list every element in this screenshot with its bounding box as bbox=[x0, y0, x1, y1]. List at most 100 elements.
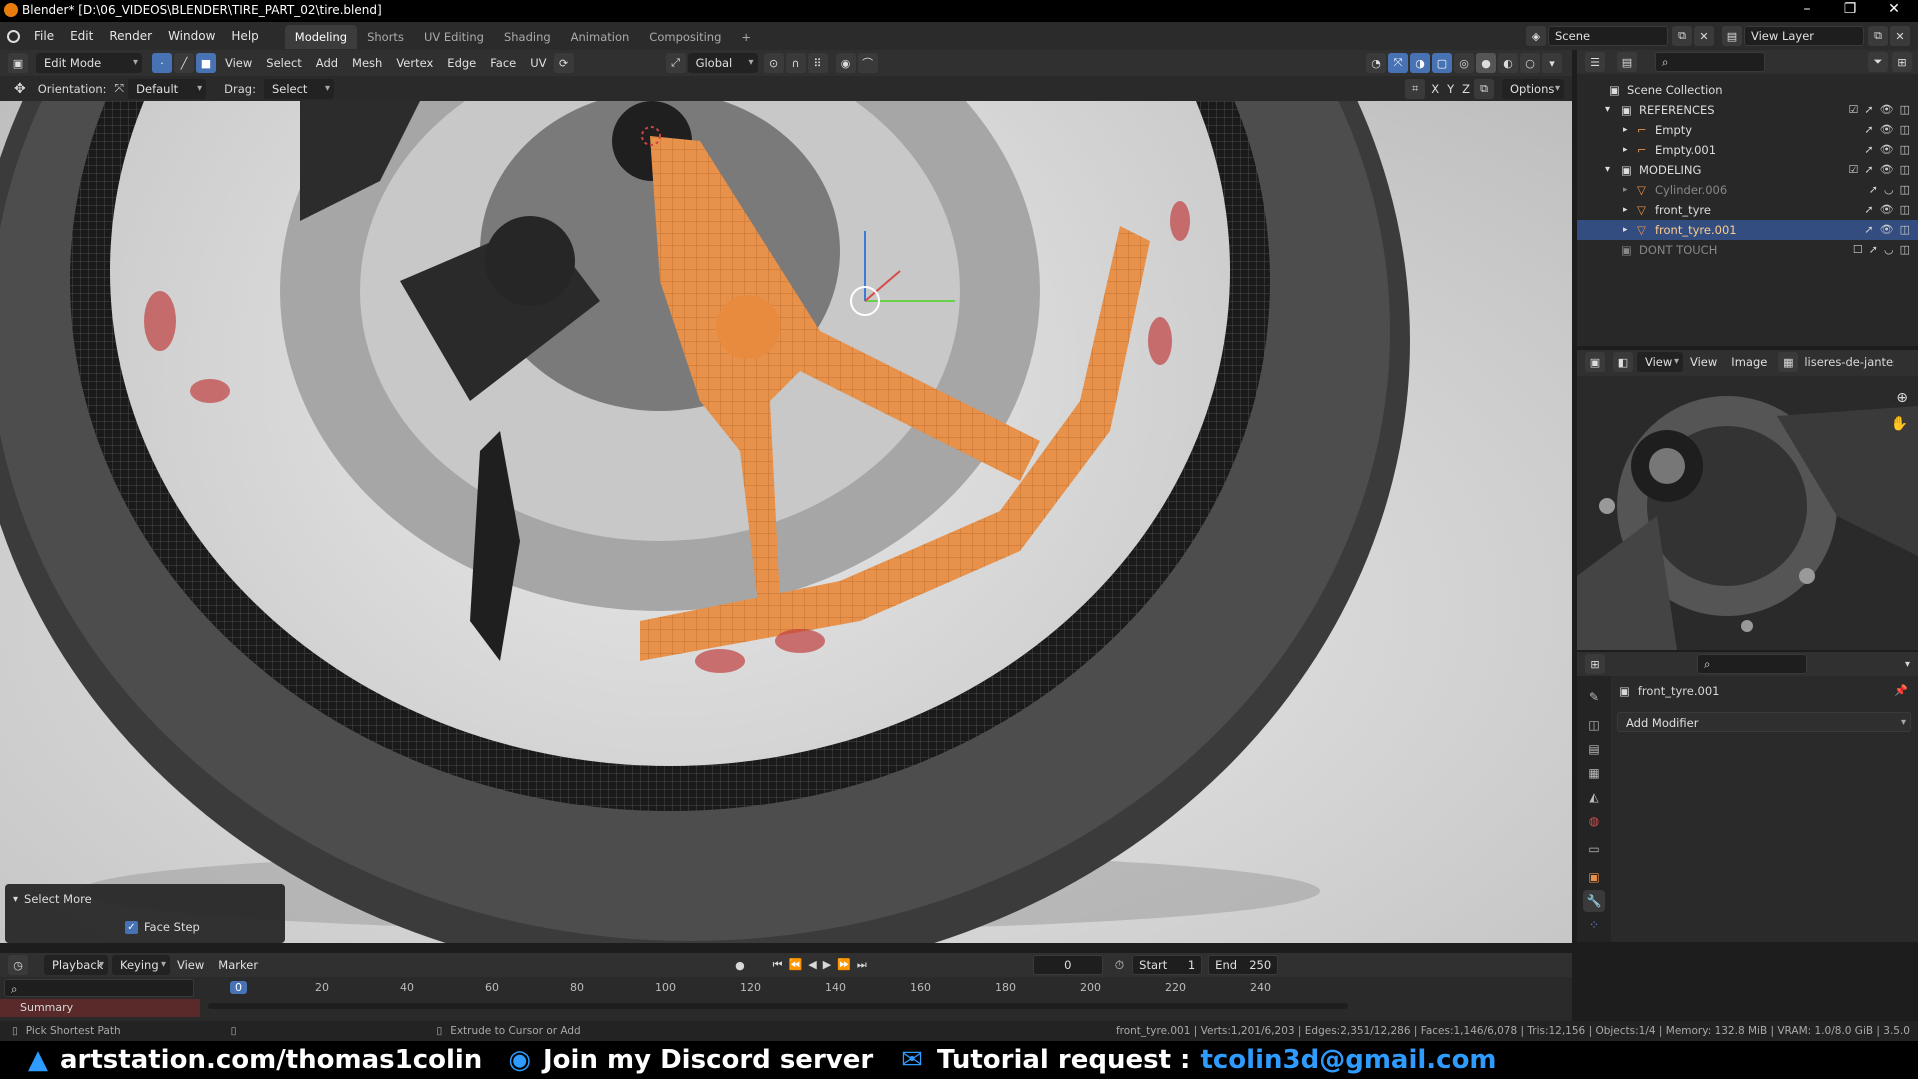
display-mode-icon[interactable]: ▤ bbox=[1617, 52, 1637, 72]
select-icon[interactable]: ➚ bbox=[1869, 180, 1878, 200]
eye-icon[interactable]: 👁 bbox=[1880, 120, 1894, 140]
solid-shading-icon[interactable]: ● bbox=[1476, 53, 1496, 73]
timeline-editor-type-icon[interactable]: ◷ bbox=[8, 955, 28, 975]
menu-view[interactable]: View bbox=[1683, 350, 1724, 374]
scene-tab-icon[interactable]: ◭ bbox=[1583, 786, 1605, 808]
face-step-checkbox[interactable]: ✓ bbox=[125, 920, 138, 934]
camera-icon[interactable]: ◫ bbox=[1900, 240, 1910, 260]
eye-hidden-icon[interactable]: ◡ bbox=[1884, 240, 1894, 260]
view-layer-tab-icon[interactable]: ▦ bbox=[1583, 762, 1605, 784]
outliner-row[interactable]: ▸ ▽ Cylinder.006 ➚ ◡ ◫ bbox=[1577, 180, 1918, 200]
menu-edit[interactable]: Edit bbox=[62, 22, 101, 50]
keying-dropdown[interactable]: Keying bbox=[112, 955, 170, 975]
current-frame-field[interactable]: 0 bbox=[1032, 955, 1103, 975]
scene-icon[interactable]: ◈ bbox=[1526, 26, 1546, 46]
particles-tab-icon[interactable]: ⁘ bbox=[1583, 914, 1605, 936]
eye-icon[interactable]: 👁 bbox=[1880, 220, 1894, 240]
view-layer-icon[interactable]: ▤ bbox=[1722, 26, 1742, 46]
minimize-button[interactable]: – bbox=[1787, 1, 1827, 21]
properties-search-input[interactable]: ⌕ bbox=[1697, 654, 1807, 674]
tool-tab-icon[interactable]: ✎ bbox=[1583, 686, 1605, 708]
xray-icon[interactable]: ▢ bbox=[1432, 53, 1452, 73]
orientation-selector[interactable]: Default bbox=[128, 78, 207, 99]
remove-view-layer-icon[interactable]: ✕ bbox=[1890, 26, 1910, 46]
close-button[interactable]: ✕ bbox=[1874, 1, 1914, 21]
menu-help[interactable]: Help bbox=[223, 22, 266, 50]
select-icon[interactable]: ➚ bbox=[1869, 240, 1878, 260]
image-browse-icon[interactable]: ▦ bbox=[1778, 352, 1799, 372]
eye-icon[interactable]: 👁 bbox=[1880, 160, 1894, 180]
3d-viewport[interactable] bbox=[0, 101, 1572, 943]
outliner-row[interactable]: ▸ ⌐ Empty ➚ 👁 ◫ bbox=[1577, 120, 1918, 140]
select-icon[interactable]: ➚ bbox=[1864, 100, 1873, 120]
tab-shorts[interactable]: Shorts bbox=[357, 25, 414, 49]
select-icon[interactable]: ➚ bbox=[1864, 220, 1873, 240]
outliner-row-selected[interactable]: ▸ ▽ front_tyre.001 ➚ 👁 ◫ bbox=[1577, 220, 1918, 240]
snap-target-icon[interactable]: ⠿ bbox=[807, 53, 828, 73]
edge-select-icon[interactable]: ╱ bbox=[174, 53, 194, 73]
checkbox-icon[interactable]: ☑ bbox=[1849, 160, 1859, 180]
outliner-scene-collection[interactable]: ▣ Scene Collection bbox=[1577, 80, 1918, 100]
expand-icon[interactable]: ▸ bbox=[1623, 180, 1628, 200]
image-name-field[interactable]: liseres-de-jantes-h bbox=[1804, 355, 1894, 369]
camera-icon[interactable]: ◫ bbox=[1900, 140, 1910, 160]
playback-controls[interactable]: ⏮⏪◀▶⏩⏭ bbox=[773, 958, 873, 972]
eye-hidden-icon[interactable]: ◡ bbox=[1884, 180, 1894, 200]
falloff-icon[interactable]: ⌒ bbox=[857, 53, 878, 73]
checkbox-icon[interactable]: ☐ bbox=[1853, 240, 1863, 260]
maximize-button[interactable]: ❐ bbox=[1830, 1, 1870, 21]
camera-icon[interactable]: ◫ bbox=[1900, 100, 1910, 120]
frame-ruler[interactable]: 0 20 40 60 80 100 120 140 160 180 200 220 240 bbox=[200, 979, 1360, 1019]
end-frame-field[interactable]: End 250 bbox=[1208, 955, 1279, 975]
rendered-shading-icon[interactable]: ○ bbox=[1520, 53, 1540, 73]
face-select-icon[interactable]: ■ bbox=[196, 53, 216, 73]
visibility-icon[interactable]: ◔ bbox=[1366, 53, 1386, 73]
modifier-tab-icon[interactable]: 🔧 bbox=[1583, 890, 1605, 912]
menu-image[interactable]: Image bbox=[1724, 350, 1774, 374]
camera-icon[interactable]: ◫ bbox=[1900, 180, 1910, 200]
add-modifier-button[interactable]: Add Modifier bbox=[1617, 712, 1911, 733]
menu-marker[interactable]: Marker bbox=[211, 953, 265, 977]
summary-channel[interactable]: Summary bbox=[0, 999, 200, 1017]
tab-modeling[interactable]: Modeling bbox=[284, 25, 358, 49]
properties-editor-type-icon[interactable]: ⊞ bbox=[1585, 654, 1605, 674]
tab-animation[interactable]: Animation bbox=[561, 25, 640, 49]
auto-merge-icon[interactable]: ⧉ bbox=[1474, 78, 1494, 99]
image-editor-type-icon[interactable]: ▣ bbox=[1585, 352, 1605, 372]
email-link[interactable]: tcolin3d@gmail.com bbox=[1200, 1045, 1496, 1075]
menu-edge[interactable]: Edge bbox=[440, 51, 483, 75]
options-dropdown[interactable]: Options bbox=[1502, 78, 1564, 99]
tab-uv-editing[interactable]: UV Editing bbox=[414, 25, 494, 49]
menu-file[interactable]: File bbox=[26, 22, 62, 50]
timeline-search-input[interactable]: ⌕ bbox=[4, 979, 194, 997]
expand-icon[interactable]: ▸ bbox=[1623, 200, 1628, 220]
mirror-x-toggle[interactable]: X bbox=[1427, 77, 1443, 101]
eye-icon[interactable]: 👁 bbox=[1880, 100, 1894, 120]
expand-icon[interactable]: ▸ bbox=[1623, 140, 1628, 160]
outliner-editor-type-icon[interactable]: ☰ bbox=[1585, 52, 1605, 72]
menu-select[interactable]: Select bbox=[259, 51, 308, 75]
output-tab-icon[interactable]: ▤ bbox=[1583, 738, 1605, 760]
expand-icon[interactable]: ▾ bbox=[1605, 100, 1610, 120]
camera-icon[interactable]: ◫ bbox=[1900, 200, 1910, 220]
editor-type-icon[interactable]: ▣ bbox=[8, 53, 28, 73]
expand-icon[interactable]: ▾ bbox=[1605, 160, 1610, 180]
overlays-icon[interactable]: ◑ bbox=[1410, 53, 1430, 73]
camera-icon[interactable]: ◫ bbox=[1900, 220, 1910, 240]
menu-face[interactable]: Face bbox=[483, 51, 523, 75]
menu-add[interactable]: Add bbox=[309, 51, 345, 75]
transform-orientation-icon[interactable]: ⤢ bbox=[665, 53, 686, 73]
camera-icon[interactable]: ◫ bbox=[1900, 160, 1910, 180]
select-icon[interactable]: ➚ bbox=[1864, 200, 1873, 220]
snap-icon[interactable]: ∩ bbox=[785, 53, 806, 73]
start-frame-field[interactable]: Start 1 bbox=[1132, 955, 1203, 975]
new-collection-icon[interactable]: ⊞ bbox=[1892, 52, 1912, 72]
artstation-link[interactable]: artstation.com/thomas1colin bbox=[60, 1045, 482, 1075]
pan-icon[interactable]: ✋ bbox=[1891, 416, 1908, 432]
expand-icon[interactable]: ▸ bbox=[1623, 220, 1628, 240]
transform-orientation-selector[interactable]: Global bbox=[687, 53, 758, 73]
zoom-icon[interactable]: ⊕ bbox=[1896, 390, 1908, 406]
proportional-edit-icon[interactable]: ◉ bbox=[835, 53, 856, 73]
blender-menu-icon[interactable] bbox=[0, 22, 26, 50]
menu-vertex[interactable]: Vertex bbox=[389, 51, 440, 75]
